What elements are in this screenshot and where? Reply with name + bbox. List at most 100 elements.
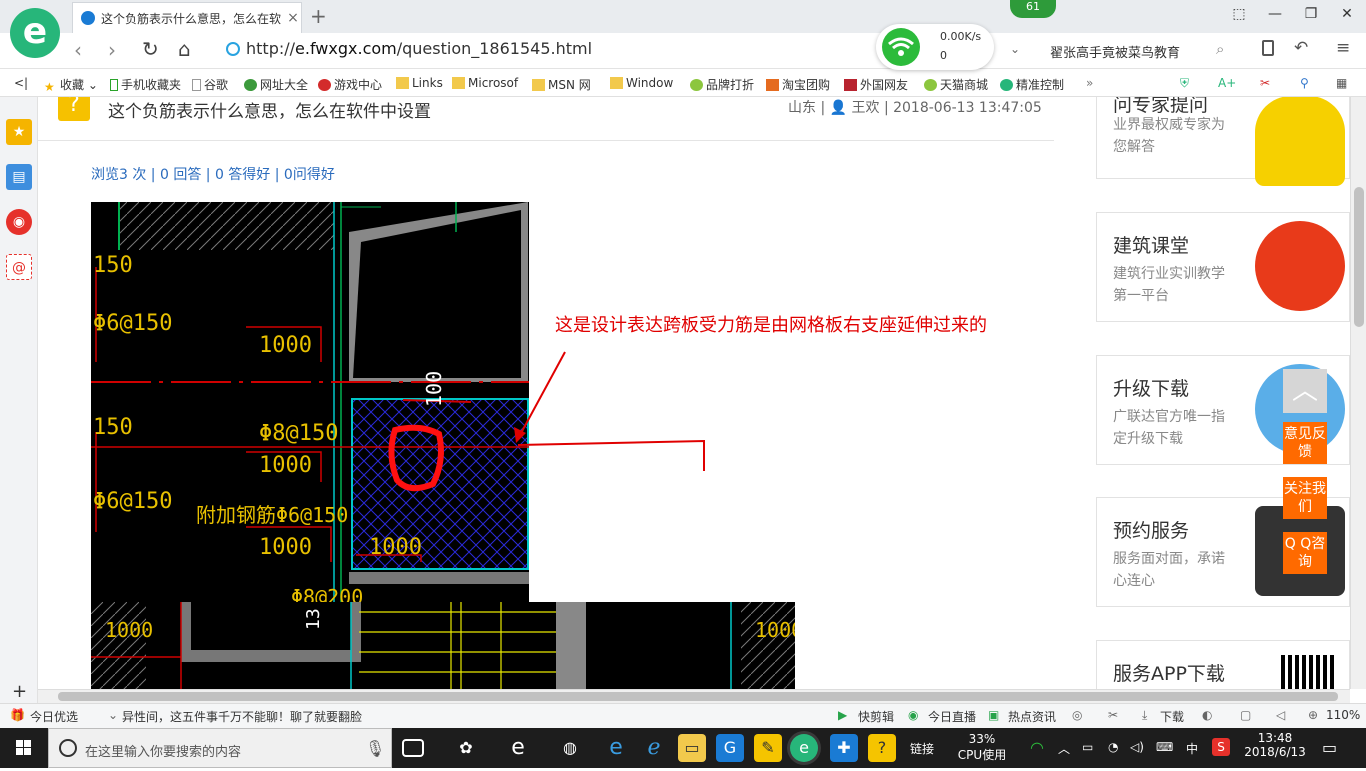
link-label[interactable]: 链接 xyxy=(910,740,934,757)
translate-icon[interactable]: A+ xyxy=(1218,76,1236,90)
follow-us-button[interactable]: 关注我们 xyxy=(1283,477,1327,519)
bookmarks-collapse-icon[interactable]: <| xyxy=(14,76,28,90)
battery-icon[interactable]: ▭ xyxy=(1082,740,1093,754)
search-icon[interactable]: ⌕ xyxy=(1216,40,1224,58)
notes-icon[interactable]: ✎ xyxy=(754,734,782,762)
vertical-scroll-thumb[interactable] xyxy=(1354,187,1364,327)
today-picks-link[interactable]: 今日优选 xyxy=(30,708,78,725)
bookmark-folder[interactable]: Links xyxy=(396,76,443,90)
question-stats[interactable]: 浏览3 次 | 0 回答 | 0 答得好 | 0问得好 xyxy=(91,164,335,184)
app-blue-icon[interactable]: ✚ xyxy=(830,734,858,762)
back-to-top-button[interactable]: ︿ xyxy=(1283,369,1327,413)
ie-icon[interactable]: ℯ xyxy=(640,734,668,762)
pinwheel-icon[interactable]: ✿ xyxy=(452,734,480,762)
tools-icon[interactable]: ✂ xyxy=(1108,708,1118,722)
taskbar-search-input[interactable]: 在这里输入你要搜索的内容 🎙 xyxy=(48,728,392,768)
edge-icon[interactable]: e xyxy=(602,734,630,762)
back-icon[interactable]: ‹ xyxy=(74,38,82,62)
browser-logo[interactable]: e xyxy=(10,8,60,58)
glodon-icon[interactable]: G xyxy=(716,734,744,762)
dropdown-chevron-icon[interactable]: ⌄ xyxy=(1010,42,1020,56)
tray-expand-icon[interactable]: ︿ xyxy=(1058,740,1070,757)
scissors-icon[interactable]: ✂ xyxy=(1260,76,1270,90)
ask-expert-card[interactable]: 问专家提问 业界最权威专家为您解答 xyxy=(1096,97,1350,186)
file-explorer-icon[interactable]: ▭ xyxy=(678,734,706,762)
qq-consult-button[interactable]: Q Q咨询 xyxy=(1283,532,1327,574)
microphone-icon[interactable]: 🎙 xyxy=(365,739,385,758)
home-icon[interactable]: ⌂ xyxy=(178,37,191,61)
more-bookmarks-icon[interactable]: » xyxy=(1086,76,1093,90)
network-icon[interactable]: ◔ xyxy=(1108,740,1118,754)
forward-icon[interactable]: › xyxy=(108,38,116,62)
edge-app-icon[interactable]: e xyxy=(504,734,532,762)
skin-icon[interactable]: ⬚ xyxy=(1224,6,1254,22)
bookmark-item[interactable]: 品牌打折 xyxy=(690,76,754,93)
new-tab-button[interactable]: + xyxy=(310,4,327,28)
vertical-scrollbar[interactable] xyxy=(1350,97,1366,689)
notification-center-icon[interactable]: ▭ xyxy=(1322,738,1337,757)
quick-edit-link[interactable]: 快剪辑 xyxy=(858,708,894,725)
feedback-button[interactable]: 意见反馈 xyxy=(1283,422,1327,464)
magnifier-icon[interactable]: ⚲ xyxy=(1300,76,1309,90)
refresh-icon[interactable]: ↻ xyxy=(142,37,159,61)
horizontal-scrollbar[interactable] xyxy=(38,689,1350,703)
live-link[interactable]: 今日直播 xyxy=(928,708,976,725)
browser-360-icon[interactable]: e xyxy=(790,734,818,762)
app-icon[interactable]: ◍ xyxy=(556,734,584,762)
zoom-level[interactable]: 110% xyxy=(1326,708,1360,722)
speed-icon[interactable]: ◎ xyxy=(1072,708,1082,722)
search-input[interactable]: 翟张高手竟被菜鸟教育 xyxy=(1050,42,1180,61)
bookmark-item[interactable]: 手机收藏夹 xyxy=(110,76,181,93)
task-view-icon[interactable] xyxy=(402,739,424,757)
start-button[interactable] xyxy=(0,728,48,768)
close-window-button[interactable]: ✕ xyxy=(1332,6,1362,22)
bookmark-item[interactable]: 网址大全 xyxy=(244,76,308,93)
url-input[interactable]: http://e.fwxgx.com/question_1861545.html xyxy=(246,39,592,58)
wifi-widget[interactable]: 0.00K/s 0 xyxy=(876,24,994,70)
help-app-icon[interactable]: ? xyxy=(868,734,896,762)
grid-icon[interactable]: ▦ xyxy=(1336,76,1347,90)
bookmark-folder[interactable]: Microsof xyxy=(452,76,518,90)
bookmark-item[interactable]: 谷歌 xyxy=(192,76,228,93)
restore-button[interactable]: ❐ xyxy=(1296,6,1326,22)
volume-icon[interactable]: ◁) xyxy=(1130,740,1144,754)
minimize-button[interactable]: — xyxy=(1260,6,1290,22)
tab-close-icon[interactable]: × xyxy=(285,10,301,26)
bookmark-item[interactable]: 游戏中心 xyxy=(318,76,382,93)
bookmark-item[interactable]: 精准控制 xyxy=(1000,76,1064,93)
bookmark-item[interactable]: 外国网友 xyxy=(844,76,908,93)
bookmark-item[interactable]: 天猫商城 xyxy=(924,76,988,93)
notification-badge[interactable]: 61 xyxy=(1010,0,1056,18)
phone-icon[interactable] xyxy=(1262,40,1274,56)
active-tab[interactable]: 这个负筋表示什么意思，怎么在软 × xyxy=(72,2,302,33)
keyboard-icon[interactable]: ⌨ xyxy=(1156,740,1173,754)
shield-icon[interactable]: ⛨ xyxy=(1180,76,1189,91)
download-link[interactable]: 下载 xyxy=(1160,708,1184,725)
sound-icon[interactable]: ◁ xyxy=(1276,708,1285,722)
cpu-widget[interactable]: 33% CPU使用 xyxy=(954,732,1010,763)
undo-icon[interactable]: ↶ xyxy=(1294,38,1308,58)
cad-label: 150 xyxy=(93,415,133,440)
bookmark-item[interactable]: 淘宝团购 xyxy=(766,76,830,93)
bookmark-folder[interactable]: Window xyxy=(610,76,673,90)
building-class-card[interactable]: 建筑课堂 建筑行业实训教学第一平台 xyxy=(1096,212,1350,322)
clock[interactable]: 13:48 2018/6/13 xyxy=(1238,731,1312,759)
ime-indicator[interactable]: 中 xyxy=(1186,740,1198,757)
bookmark-folder[interactable]: MSN 网 xyxy=(532,76,591,93)
news-icon[interactable]: ▤ xyxy=(6,164,32,190)
wifi-tray-icon[interactable]: ◠ xyxy=(1030,738,1044,757)
bookmark-item[interactable]: ★ 收藏 ⌄ xyxy=(44,76,98,94)
window-icon[interactable]: ▢ xyxy=(1240,708,1251,722)
hot-news-link[interactable]: 热点资讯 xyxy=(1008,708,1056,725)
add-icon[interactable]: + xyxy=(12,681,27,702)
favorites-icon[interactable]: ★ xyxy=(6,119,32,145)
app-download-card[interactable]: 服务APP下载 xyxy=(1096,640,1350,689)
menu-icon[interactable]: ≡ xyxy=(1336,38,1350,58)
weibo-icon[interactable]: ◉ xyxy=(6,209,32,235)
horizontal-scroll-thumb[interactable] xyxy=(58,692,1338,701)
news-ticker-link[interactable]: 异性间，这五件事千万不能聊！聊了就要翻脸 xyxy=(122,708,362,725)
sogou-icon[interactable]: S xyxy=(1212,738,1230,756)
chevron-down-icon[interactable]: ⌄ xyxy=(108,708,118,722)
browser-icon[interactable]: ◐ xyxy=(1202,708,1212,722)
mail-icon[interactable]: @ xyxy=(6,254,32,280)
